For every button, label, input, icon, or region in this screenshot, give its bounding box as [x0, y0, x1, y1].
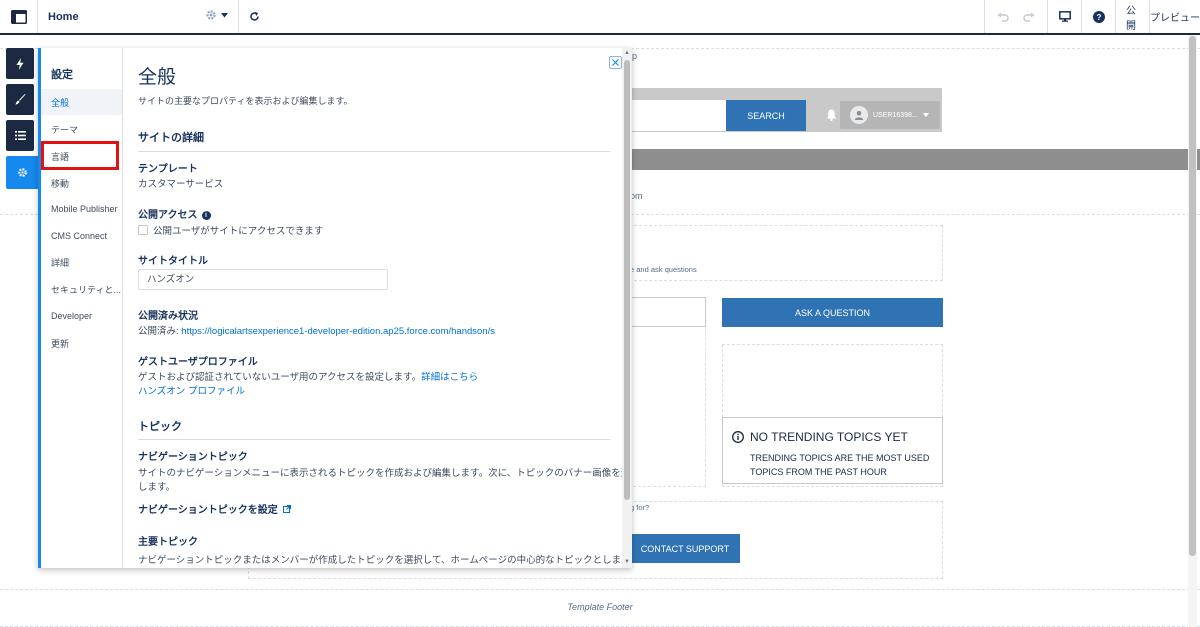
settings-nav-security[interactable]: セキュリティと...	[41, 276, 122, 302]
divider	[138, 439, 610, 440]
list-icon	[14, 131, 26, 140]
chevron-down-icon	[221, 12, 228, 17]
theme-button[interactable]	[6, 84, 34, 115]
bg-text-fragment: p	[632, 51, 638, 61]
featured-topics-label: 主要トピック	[138, 537, 198, 548]
builder-menu-icon[interactable]	[0, 0, 38, 33]
components-button[interactable]	[6, 48, 34, 79]
site-title-input[interactable]: ハンズオン	[138, 269, 388, 290]
trending-title: NO TRENDING TOPICS YET	[750, 430, 908, 444]
topics-heading: トピック	[138, 421, 182, 433]
guest-profile-description: ゲストおよび認証されていないユーザ用のアクセスを設定します。詳細はこちら	[138, 372, 479, 383]
settings-nav-updates[interactable]: 更新	[41, 330, 122, 356]
lightning-icon	[16, 57, 24, 70]
checkbox[interactable]	[138, 225, 148, 235]
contact-support-button[interactable]: CONTACT SUPPORT	[630, 534, 740, 563]
scroll-up-icon[interactable]: ▲	[624, 50, 630, 56]
public-access-checkbox[interactable]: 公開ユーザがサイトにアクセスできます	[138, 223, 323, 237]
gear-icon	[17, 168, 27, 177]
learn-more-link[interactable]: 詳細はこちら	[421, 372, 478, 383]
divider	[138, 151, 610, 152]
template-label: テンプレート	[138, 164, 198, 175]
page-name[interactable]: Home	[48, 11, 79, 23]
settings-nav: 設定 全般 テーマ 言語 移動 Mobile Publisher CMS Con…	[41, 48, 123, 568]
publish-button[interactable]: 公開	[1115, 0, 1149, 33]
close-panel-button[interactable]	[609, 56, 622, 69]
bg-text-fragment: g for?	[630, 503, 650, 512]
template-footer-label: Template Footer	[567, 602, 633, 612]
ask-question-button[interactable]: ASK A QUESTION	[722, 298, 943, 327]
settings-nav-cms-connect[interactable]: CMS Connect	[41, 223, 122, 249]
trending-topics-card: NO TRENDING TOPICS YET TRENDING TOPICS A…	[722, 417, 943, 484]
chevron-down-icon	[922, 113, 929, 117]
published-url-link[interactable]: https://logicalartsexperience1-developer…	[181, 326, 495, 337]
help-button[interactable]: ?	[1081, 0, 1115, 33]
nav-topics-label: ナビゲーショントピック	[138, 452, 248, 463]
page-structure-button[interactable]	[6, 120, 34, 151]
public-access-label: 公開アクセス i	[138, 206, 211, 221]
preview-label: プレビュー	[1150, 13, 1200, 24]
nav-topics-description: サイトのナビゲーションメニューに表示されるトピックを作成および編集します。次に、…	[138, 468, 632, 479]
featured-topics-description: ナビゲーショントピックまたはメンバーが作成したトピックを選択して、ホームページの…	[138, 555, 632, 566]
public-access-checkbox-label: 公開ユーザがサイトにアクセスできます	[153, 226, 324, 237]
gear-icon	[206, 10, 216, 20]
external-link-icon	[282, 504, 291, 513]
preview-button[interactable]: プレビュー	[1149, 0, 1200, 33]
community-nav-bar	[630, 149, 1200, 170]
general-settings-content: 全般 サイトの主要なプロパティを表示および編集します。 サイトの詳細 テンプレー…	[123, 48, 632, 568]
close-icon	[612, 59, 619, 66]
settings-nav-title: 設定	[51, 69, 73, 81]
help-icon: ?	[1092, 10, 1105, 23]
settings-nav-theme[interactable]: テーマ	[41, 116, 122, 142]
desktop-icon	[1058, 11, 1071, 22]
panel-scrollbar-thumb[interactable]	[624, 60, 630, 500]
publish-label: 公開	[1126, 5, 1136, 32]
refresh-icon	[250, 11, 259, 21]
published-status-label: 公開済み状況	[138, 311, 198, 322]
trending-text: TOPICS FROM THE PAST HOUR	[750, 467, 887, 477]
info-icon	[732, 431, 744, 443]
template-value: カスタマーサービス	[138, 179, 224, 190]
builder-sidebar	[6, 48, 38, 194]
highlight-box	[41, 141, 119, 170]
site-title-label: サイトタイトル	[138, 256, 208, 267]
user-menu[interactable]: USER16398...	[840, 101, 940, 129]
settings-nav-general[interactable]: 全般	[41, 89, 122, 115]
settings-nav-developer[interactable]: Developer	[41, 303, 122, 329]
community-search-button[interactable]: SEARCH	[726, 100, 806, 131]
nav-topics-setup-link[interactable]: ナビゲーショントピックを設定	[138, 501, 291, 516]
bg-text-fragment: e and ask questions	[630, 265, 697, 274]
paintbrush-icon	[14, 94, 25, 105]
guest-profile-link[interactable]: ハンズオン プロファイル	[138, 383, 245, 397]
settings-nav-mobile-publisher[interactable]: Mobile Publisher	[41, 196, 122, 222]
bell-icon[interactable]	[826, 109, 837, 121]
page-description: サイトの主要なプロパティを表示および編集します。	[138, 96, 353, 106]
user-name: USER16398...	[873, 111, 918, 119]
device-view-button[interactable]	[1047, 0, 1081, 33]
site-details-heading: サイトの詳細	[138, 132, 204, 144]
trending-text: TRENDING TOPICS ARE THE MOST USED	[750, 453, 930, 463]
user-icon	[854, 110, 864, 120]
community-search-input[interactable]	[630, 100, 726, 131]
settings-nav-navigation[interactable]: 移動	[41, 170, 122, 196]
refresh-button[interactable]	[238, 0, 270, 33]
feed-tab	[630, 297, 706, 327]
info-icon[interactable]: i	[201, 211, 211, 220]
nav-topics-description-cont: します。	[138, 482, 176, 493]
settings-button[interactable]	[6, 156, 38, 189]
settings-nav-advanced[interactable]: 詳細	[41, 249, 122, 275]
scroll-down-icon[interactable]: ▼	[624, 559, 630, 565]
undo-icon[interactable]	[997, 12, 1009, 22]
builder-toolbar: Home ? 公開 プレビュー	[0, 0, 1200, 35]
published-status-value: 公開済み: https://logicalartsexperience1-dev…	[138, 326, 495, 337]
page-title: 全般	[138, 67, 177, 88]
page-settings-button[interactable]	[205, 9, 228, 21]
redo-icon[interactable]	[1023, 12, 1035, 22]
settings-panel: 設定 全般 テーマ 言語 移動 Mobile Publisher CMS Con…	[38, 48, 632, 568]
avatar	[850, 106, 868, 124]
page-scrollbar-thumb[interactable]	[1189, 36, 1196, 556]
svg-text:?: ?	[1096, 13, 1101, 22]
guest-profile-label: ゲストユーザプロファイル	[138, 357, 258, 368]
